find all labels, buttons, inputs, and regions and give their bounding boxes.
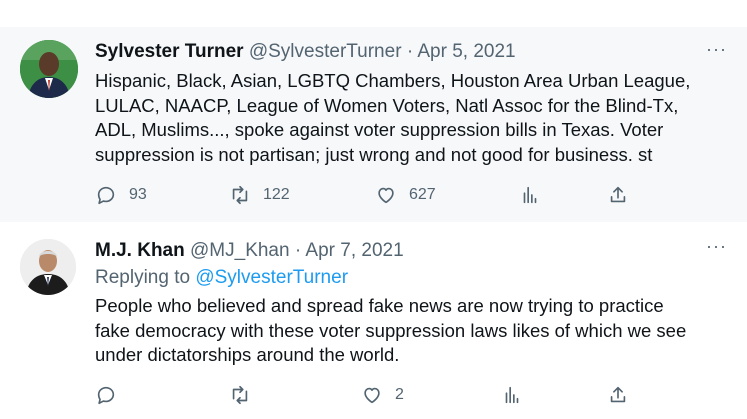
reply-icon <box>97 386 115 405</box>
share-button[interactable] <box>607 384 629 406</box>
retweet-count: 122 <box>263 186 290 203</box>
tweet-mj-khan[interactable]: M.J. Khan @MJ_Khan · Apr 7, 2021 ··· Rep… <box>0 222 747 419</box>
tweet-sylvester-turner[interactable]: Sylvester Turner @SylvesterTurner · Apr … <box>0 27 747 222</box>
like-button[interactable]: 2 <box>361 384 404 406</box>
heart-icon <box>378 187 394 204</box>
tweet-text-line: Hispanic, Black, Asian, LGBTQ Chambers, … <box>95 70 691 91</box>
retweet-icon <box>232 385 248 405</box>
avatar[interactable] <box>20 40 78 98</box>
like-count: 2 <box>395 386 404 403</box>
reply-icon <box>97 186 115 205</box>
heart-icon <box>364 387 380 404</box>
tweet-text: Hispanic, Black, Asian, LGBTQ Chambers, … <box>95 69 735 167</box>
reply-count: 93 <box>129 186 147 203</box>
share-icon <box>610 386 626 403</box>
tweet-date[interactable]: Apr 7, 2021 <box>305 240 403 261</box>
analytics-button[interactable] <box>501 384 523 406</box>
analytics-icon <box>505 386 519 404</box>
author-handle[interactable]: @SylvesterTurner <box>249 41 402 62</box>
tweet-text-line: fake democracy with these voter suppress… <box>95 319 687 341</box>
more-options-icon[interactable]: ··· <box>706 39 727 60</box>
separator-dot: · <box>294 240 302 261</box>
author-handle[interactable]: @MJ_Khan <box>190 240 290 261</box>
tweet-date[interactable]: Apr 5, 2021 <box>417 41 515 62</box>
like-button[interactable]: 627 <box>375 184 436 206</box>
retweet-icon <box>232 185 248 205</box>
tweet-text: People who believed and spread fake news… <box>95 294 735 368</box>
share-button[interactable] <box>607 184 629 206</box>
like-count: 627 <box>409 186 436 203</box>
share-icon <box>610 186 626 203</box>
tweet-text-line: LULAC, NAACP, League of Women Voters, Na… <box>95 94 679 116</box>
retweet-button[interactable]: 122 <box>229 184 290 206</box>
separator-dot: · <box>406 41 414 62</box>
tweet-text-line: ADL, Muslims..., spoke against voter sup… <box>95 119 664 140</box>
analytics-icon <box>523 186 537 204</box>
replying-to-mention[interactable]: @SylvesterTurner <box>195 267 348 288</box>
tweet-text-line: suppression is not partisan; just wrong … <box>95 143 653 165</box>
tweet-text-line: People who believed and spread fake news… <box>95 295 664 316</box>
more-options-icon[interactable]: ··· <box>706 236 727 257</box>
reply-button[interactable]: 93 <box>95 184 147 206</box>
reply-button[interactable] <box>95 384 129 406</box>
tweet-header: Sylvester Turner @SylvesterTurner · Apr … <box>95 41 516 63</box>
analytics-button[interactable] <box>519 184 541 206</box>
avatar[interactable] <box>20 239 76 295</box>
tweet-text-line: under dictatorships around the world. <box>95 344 400 365</box>
replying-to: Replying to @SylvesterTurner <box>95 267 348 289</box>
author-name[interactable]: M.J. Khan <box>95 240 185 261</box>
tweet-header: M.J. Khan @MJ_Khan · Apr 7, 2021 <box>95 240 404 262</box>
replying-to-label: Replying to <box>95 267 196 288</box>
author-name[interactable]: Sylvester Turner <box>95 41 244 62</box>
retweet-button[interactable] <box>229 384 263 406</box>
